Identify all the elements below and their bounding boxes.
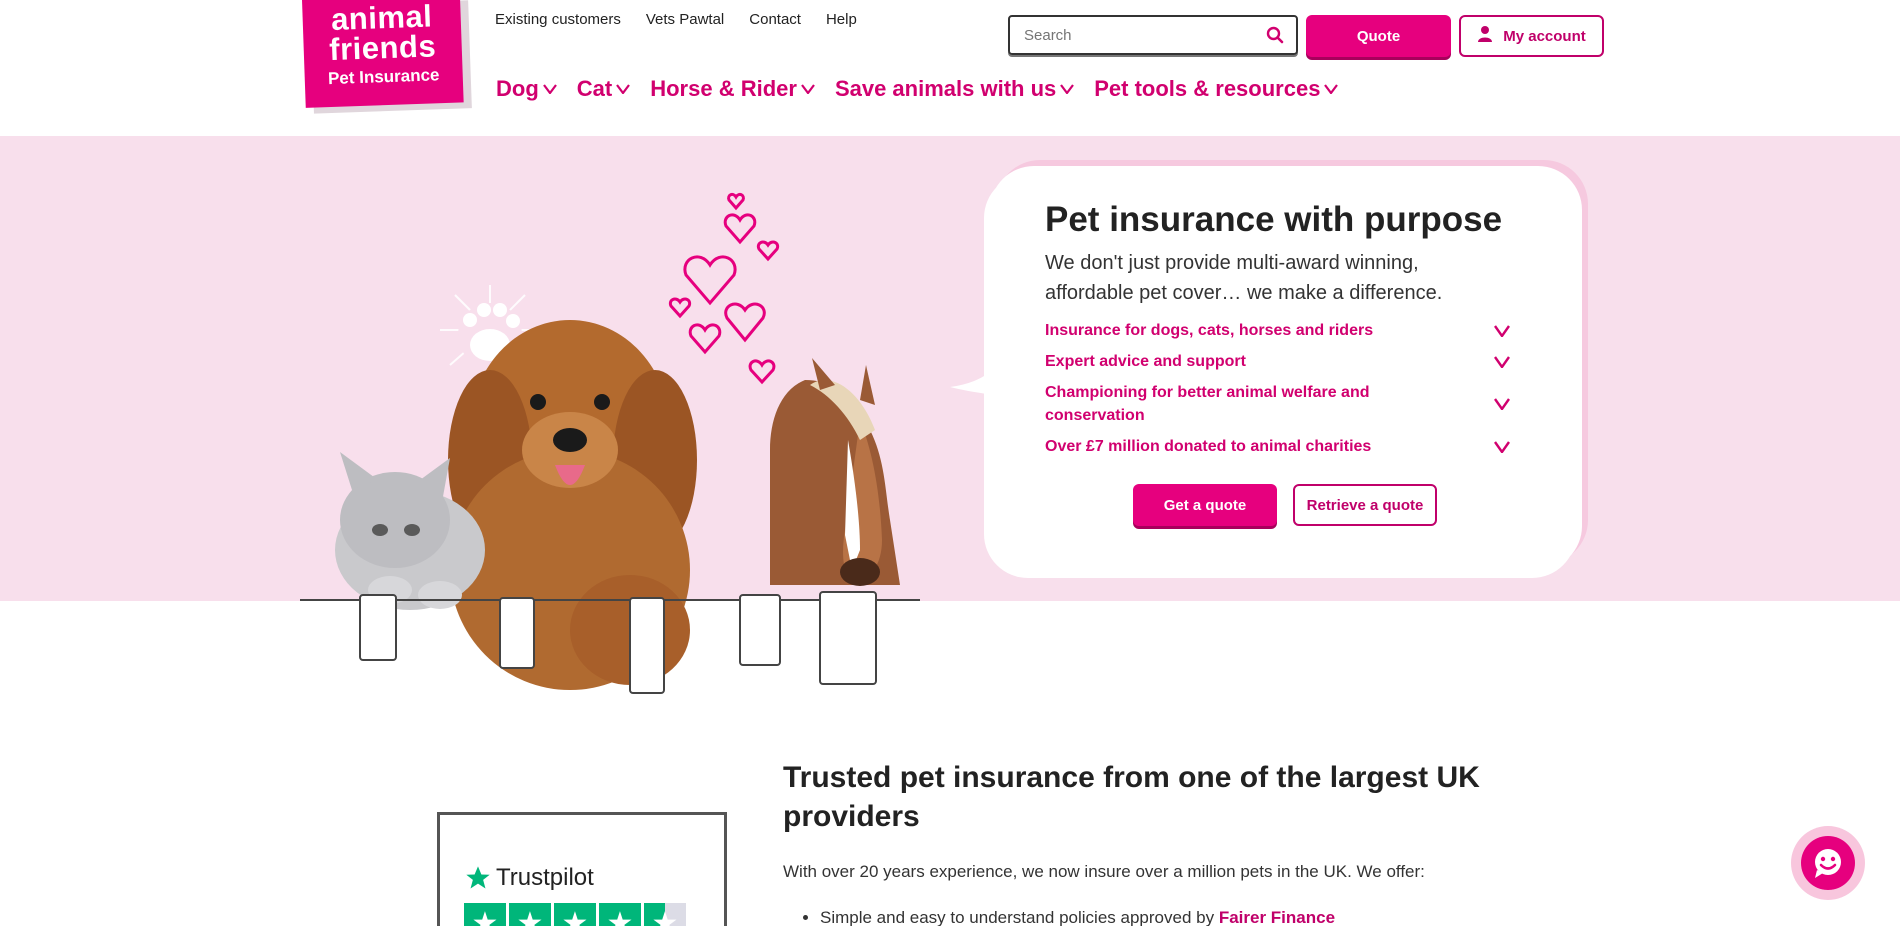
list-item: Simple and easy to understand policies a… <box>820 908 1335 926</box>
feature-item-insurance[interactable]: Insurance for dogs, cats, horses and rid… <box>1045 319 1510 342</box>
offer-list: Simple and easy to understand policies a… <box>820 908 1335 926</box>
link-help[interactable]: Help <box>826 11 857 28</box>
nav-item-dog[interactable]: Dog <box>496 76 557 102</box>
chat-smiley-icon <box>1801 836 1855 890</box>
nav-item-save-animals[interactable]: Save animals with us <box>834 76 1075 102</box>
logo-wordmark: animal friends <box>328 0 437 68</box>
chevron-down-icon <box>1494 398 1510 410</box>
star-icon: ★ <box>509 903 551 926</box>
nav-label: Cat <box>576 76 613 101</box>
quote-button[interactable]: Quote <box>1306 15 1451 57</box>
chevron-down-icon <box>616 84 631 94</box>
trustpilot-rating: ★ ★ ★ ★ ★ <box>464 903 686 926</box>
search-input[interactable] <box>1024 26 1254 44</box>
feature-label: Over £7 million donated to animal charit… <box>1045 438 1372 455</box>
main-nav: Dog Cat Horse & Rider Save animals with … <box>496 76 1339 102</box>
hero-title: Pet insurance with purpose <box>1045 200 1503 239</box>
feature-item-welfare[interactable]: Championing for better animal welfare an… <box>1045 381 1510 427</box>
link-contact[interactable]: Contact <box>749 11 801 28</box>
hero-subtitle: We don't just provide multi-award winnin… <box>1045 252 1443 304</box>
feature-list: Insurance for dogs, cats, horses and rid… <box>1045 319 1510 466</box>
chevron-down-icon <box>1494 355 1510 368</box>
nav-item-horse-rider[interactable]: Horse & Rider <box>650 76 815 102</box>
horse-illustration <box>770 358 900 586</box>
chevron-down-icon <box>1324 84 1339 94</box>
hero-pets-illustration <box>300 192 920 694</box>
get-a-quote-button[interactable]: Get a quote <box>1133 484 1277 526</box>
my-account-label: My account <box>1503 27 1586 45</box>
nav-label: Horse & Rider <box>650 76 797 101</box>
list-item-text: Simple and easy to understand policies a… <box>820 908 1215 926</box>
chevron-down-icon <box>1494 324 1510 337</box>
chevron-down-icon <box>1060 84 1075 94</box>
chat-button[interactable] <box>1791 826 1865 900</box>
chevron-down-icon <box>542 84 557 94</box>
trustpilot-star-icon <box>466 866 490 889</box>
nav-label: Dog <box>496 76 539 101</box>
chevron-down-icon <box>1494 440 1510 453</box>
nav-item-pet-tools[interactable]: Pet tools & resources <box>1094 76 1339 102</box>
feature-label: Championing for better animal welfare an… <box>1045 384 1370 424</box>
fairer-finance-link[interactable]: Fairer Finance <box>1219 908 1335 926</box>
brand-logo[interactable]: animal friends Pet Insurance <box>302 0 464 108</box>
utility-nav: Existing customers Vets Pawtal Contact H… <box>495 11 857 28</box>
nav-label: Save animals with us <box>834 76 1057 101</box>
user-icon <box>1477 25 1493 47</box>
link-existing-customers[interactable]: Existing customers <box>495 11 621 28</box>
logo-tagline: Pet Insurance <box>327 65 440 89</box>
nav-label: Pet tools & resources <box>1094 76 1321 101</box>
chevron-down-icon <box>801 84 815 94</box>
feature-item-donations[interactable]: Over £7 million donated to animal charit… <box>1045 435 1510 458</box>
hero-card: Pet insurance with purpose We don't just… <box>990 166 1582 570</box>
hearts-icon <box>668 192 780 385</box>
section-intro: With over 20 years experience, we now in… <box>783 862 1425 881</box>
feature-item-advice[interactable]: Expert advice and support <box>1045 350 1510 373</box>
feature-label: Insurance for dogs, cats, horses and rid… <box>1045 322 1374 339</box>
star-icon: ★ <box>599 903 641 926</box>
star-icon: ★ <box>554 903 596 926</box>
trustpilot-logo[interactable]: Trustpilot <box>464 864 594 892</box>
section-title: Trusted pet insurance from one of the la… <box>783 761 1480 833</box>
search-box <box>1008 15 1298 55</box>
star-half-icon: ★ <box>644 903 686 926</box>
link-vets-pawtal[interactable]: Vets Pawtal <box>646 11 724 28</box>
retrieve-a-quote-button[interactable]: Retrieve a quote <box>1293 484 1437 526</box>
my-account-button[interactable]: My account <box>1459 15 1604 57</box>
star-icon: ★ <box>464 903 506 926</box>
feature-label: Expert advice and support <box>1045 353 1246 370</box>
nav-item-cat[interactable]: Cat <box>576 76 631 102</box>
search-icon[interactable] <box>1266 26 1284 49</box>
trustpilot-label: Trustpilot <box>496 864 594 891</box>
